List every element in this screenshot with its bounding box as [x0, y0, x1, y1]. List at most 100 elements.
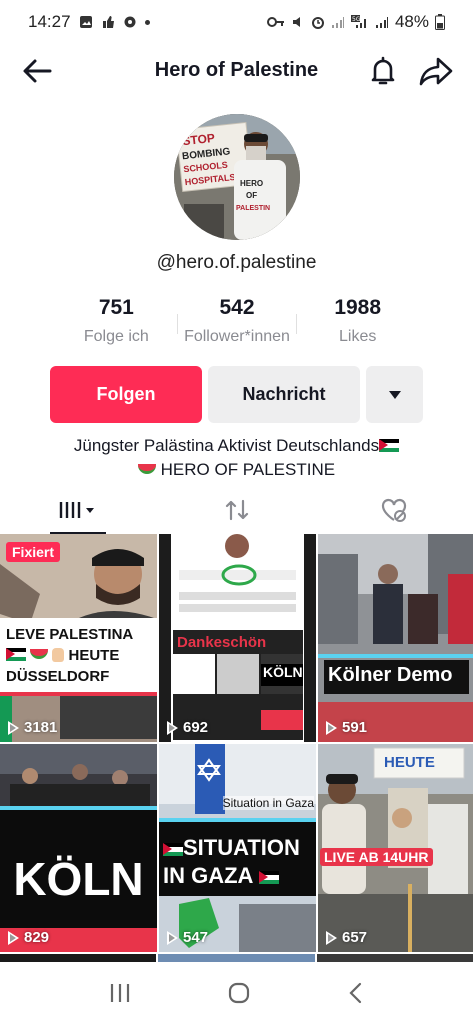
avatar[interactable]: STOP BOMBING SCHOOLS HOSPITALS HERO OF P… [174, 114, 300, 240]
play-icon [8, 930, 19, 945]
stat-followers-label: Follower*innen [184, 328, 290, 345]
bio: Jüngster Palästina Aktivist Deutschlands… [0, 434, 473, 482]
alarm-icon [311, 17, 324, 29]
message-button[interactable]: Nachricht [208, 366, 360, 423]
avatar-photo: STOP BOMBING SCHOOLS HOSPITALS HERO OF P… [174, 114, 300, 240]
status-bar: 14:27 5G 48% [0, 0, 473, 44]
system-nav-bar [0, 962, 473, 1024]
recent-apps-icon[interactable] [108, 982, 132, 1004]
pinned-badge: Fixiert [6, 542, 61, 562]
bio-text-1: Jüngster Palästina Aktivist Deutschlands [73, 436, 380, 455]
share-icon[interactable] [418, 54, 454, 88]
page-title: Hero of Palestine [154, 58, 319, 81]
video-caption: Kölner Demo [328, 664, 453, 686]
video-tile-partial[interactable] [158, 954, 315, 962]
video-tile-partial[interactable] [0, 954, 157, 962]
view-count: 692 [167, 719, 208, 736]
video-tile-partial[interactable] [316, 954, 473, 962]
video-tile[interactable]: KÖLN 829 [0, 744, 157, 952]
signal-icon [331, 17, 344, 28]
video-caption: SITUATION [183, 835, 300, 860]
username: @hero.of.palestine [156, 252, 317, 273]
battery-icon [435, 14, 445, 30]
svg-text:PALESTIN: PALESTIN [236, 205, 270, 212]
suggested-accounts-button[interactable] [366, 366, 423, 423]
play-icon [326, 930, 337, 945]
home-icon[interactable] [227, 981, 251, 1005]
video-tile[interactable]: Situation in Gaza SITUATION IN GAZA 547 [159, 744, 316, 952]
victory-hand-icon [52, 648, 65, 662]
profile-actions: Folgen Nachricht [50, 366, 423, 423]
gallery-icon [79, 16, 92, 28]
status-time: 14:27 [28, 12, 71, 31]
view-count-value: 591 [342, 719, 368, 736]
bio-text-2: HERO OF PALESTINE [160, 460, 336, 479]
5g-signal-icon: 5G [350, 15, 366, 28]
view-count: 591 [326, 719, 367, 736]
profile-stats: 751 Folge ich 542 Follower*innen 1988 Li… [56, 296, 418, 346]
view-count-value: 829 [24, 929, 50, 946]
view-count: 657 [326, 929, 367, 946]
video-tile[interactable]: Fixiert LEVE PALESTINA HEUTE DÜSSELDORF … [0, 534, 157, 742]
stat-likes[interactable]: 1988 Likes [297, 296, 418, 346]
video-caption-line-2: IN GAZA [163, 862, 315, 890]
tab-reposts[interactable] [158, 486, 316, 534]
caret-down-icon [388, 390, 401, 399]
play-icon [326, 720, 337, 735]
view-count-value: 3181 [24, 719, 58, 736]
notification-dot-icon [144, 19, 150, 25]
video-caption: KÖLN [13, 853, 144, 905]
tab-liked[interactable] [315, 486, 473, 534]
svg-text:HERO: HERO [240, 179, 263, 188]
video-tile[interactable]: Kölner Demo 591 [318, 534, 473, 742]
video-grid-next-row [0, 954, 473, 962]
video-top-label: Situation in Gaza [222, 796, 314, 810]
profile-header: Hero of Palestine [0, 44, 473, 96]
video-caption-2: HEUTE [68, 647, 120, 664]
stat-divider [176, 314, 178, 334]
stat-followers[interactable]: 542 Follower*innen [176, 296, 298, 346]
play-icon [8, 720, 19, 735]
bell-icon[interactable] [366, 54, 400, 88]
gear-status-icon [124, 16, 136, 28]
play-icon [167, 930, 178, 945]
stat-likes-label: Likes [339, 328, 377, 345]
palestine-flag-icon [379, 439, 400, 452]
repost-icon [225, 499, 248, 521]
stat-followers-count: 542 [219, 296, 255, 319]
profile-tabs [0, 486, 473, 534]
palestine-flag-icon [163, 843, 183, 856]
system-back-icon[interactable] [346, 981, 366, 1005]
mute-icon [292, 17, 300, 27]
videos-grid-icon [59, 502, 94, 518]
follow-button[interactable]: Folgen [50, 366, 202, 423]
bio-line-1: Jüngster Palästina Aktivist Deutschlands [0, 434, 473, 458]
svg-text:5G: 5G [352, 16, 361, 23]
view-count: 829 [8, 929, 49, 946]
video-thumbnail [0, 744, 157, 952]
stat-following-label: Folge ich [83, 328, 149, 345]
video-grid: Fixiert LEVE PALESTINA HEUTE DÜSSELDORF … [0, 534, 473, 954]
video-caption: Dankeschön [177, 634, 267, 651]
stat-following[interactable]: 751 Folge ich [56, 296, 177, 346]
video-caption-2: IN GAZA [163, 863, 253, 888]
video-caption: LIVE AB 14UHR [320, 848, 433, 866]
thumb-icon [102, 16, 114, 28]
watermelon-icon [30, 649, 49, 659]
video-sign-text: HEUTE [384, 754, 435, 771]
battery-level: 48% [394, 12, 429, 31]
back-arrow-icon[interactable] [20, 54, 54, 88]
view-count: 547 [167, 929, 208, 946]
tab-videos[interactable] [0, 486, 158, 534]
palestine-flag-icon [258, 871, 279, 884]
video-caption-line-1: SITUATION [163, 834, 315, 862]
video-tile[interactable]: Dankeschön KÖLN 692 [159, 534, 316, 742]
stat-following-count: 751 [98, 296, 134, 319]
view-count-value: 692 [183, 719, 209, 736]
video-tile[interactable]: HEUTE LIVE AB 14UHR 657 [318, 744, 473, 952]
key-icon [266, 17, 284, 27]
svg-text:OF: OF [246, 191, 257, 200]
video-caption-2: KÖLN [263, 664, 303, 680]
signal-2-icon [375, 17, 388, 28]
video-caption-3: DÜSSELDORF [6, 668, 110, 685]
